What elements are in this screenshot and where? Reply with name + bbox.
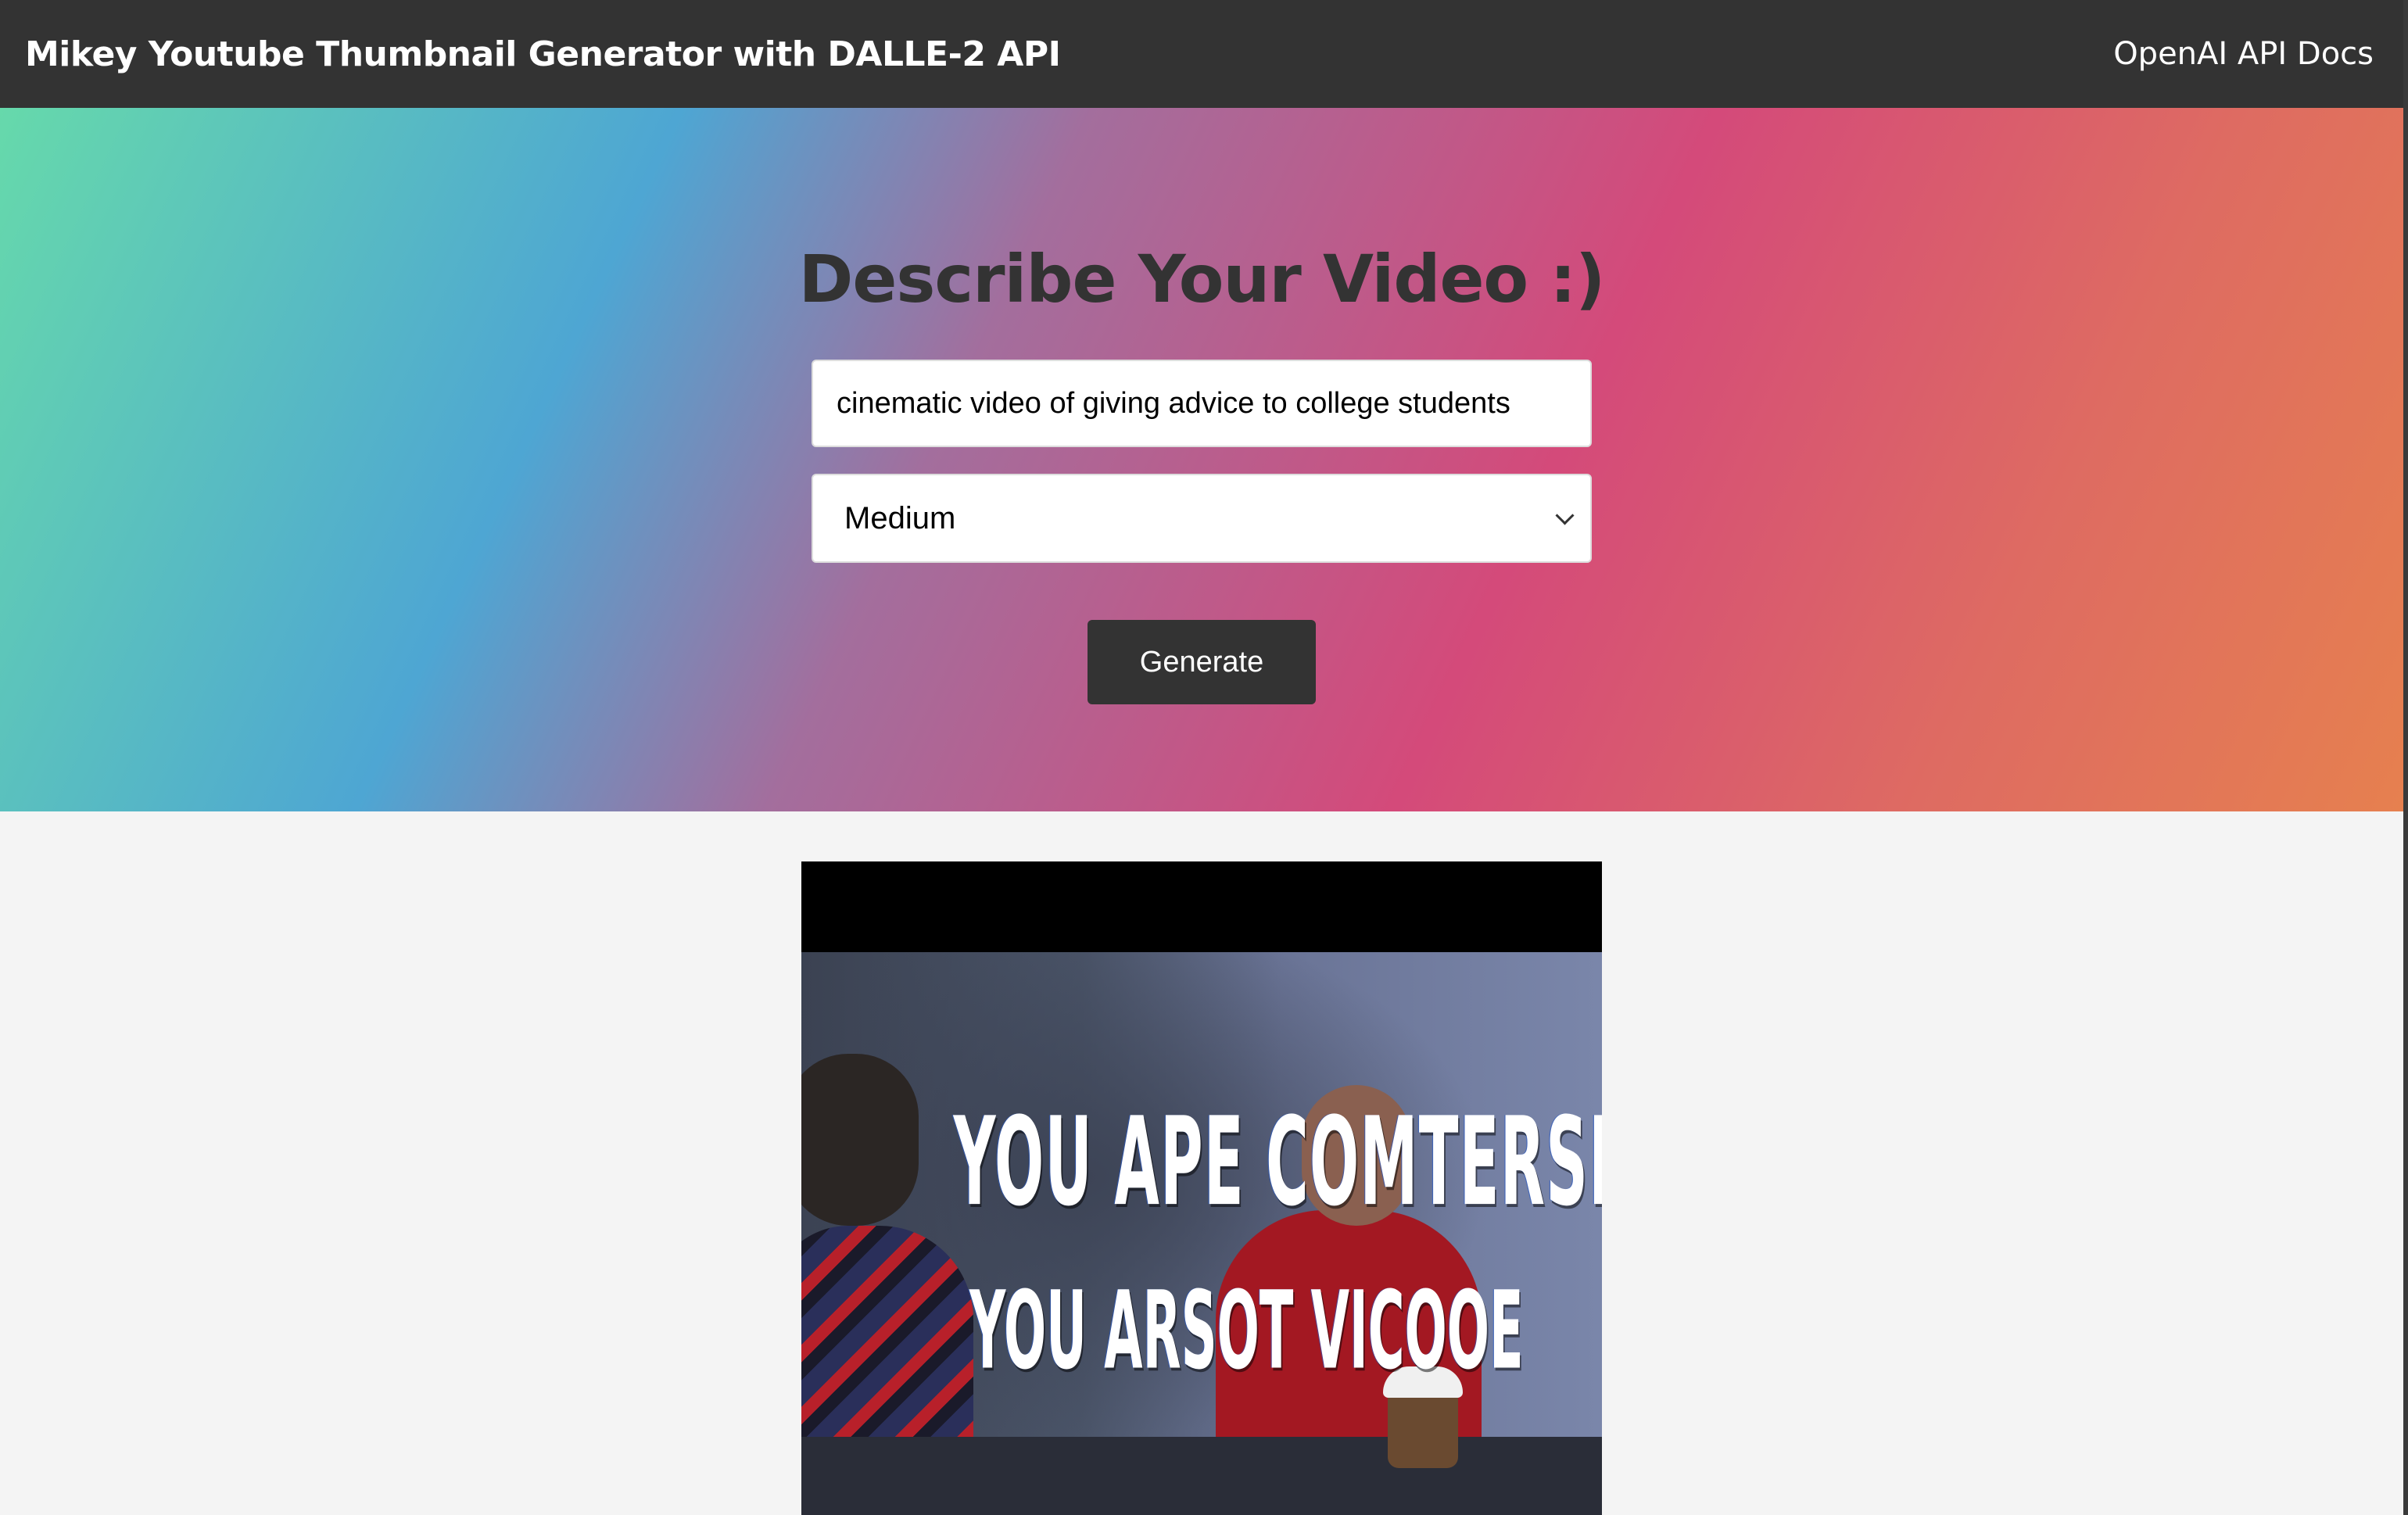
image-size-select[interactable]: Medium: [812, 474, 1592, 563]
video-description-input[interactable]: [812, 360, 1592, 447]
generated-thumbnail-image[interactable]: YOU APE COMTERSE YOU ARSOT VICOOE: [801, 861, 1602, 1515]
image-text-line-2: YOU ARSOT VICOOE: [969, 1268, 1524, 1393]
navbar: Mikey Youtube Thumbnail Generator with D…: [0, 0, 2403, 108]
showcase-section: Describe Your Video :) Medium Generate: [0, 108, 2403, 811]
image-coffee-cup: [1388, 1390, 1458, 1468]
image-size-selected-value: Medium: [844, 500, 956, 535]
image-letterbox: [801, 861, 1602, 952]
generate-button[interactable]: Generate: [1088, 620, 1316, 704]
site-logo[interactable]: Mikey Youtube Thumbnail Generator with D…: [25, 34, 1061, 74]
image-text-line-1: YOU APE COMTERSE: [953, 1092, 1602, 1234]
image-scene: YOU APE COMTERSE YOU ARSOT VICOOE: [801, 952, 1602, 1515]
openai-api-docs-link[interactable]: OpenAI API Docs: [2113, 36, 2374, 72]
page-title: Describe Your Video :): [798, 241, 1606, 317]
image-person-left-head: [801, 1054, 919, 1226]
window-edge: [2403, 0, 2408, 1515]
image-table: [801, 1437, 1602, 1515]
chevron-down-icon: [1555, 505, 1575, 525]
